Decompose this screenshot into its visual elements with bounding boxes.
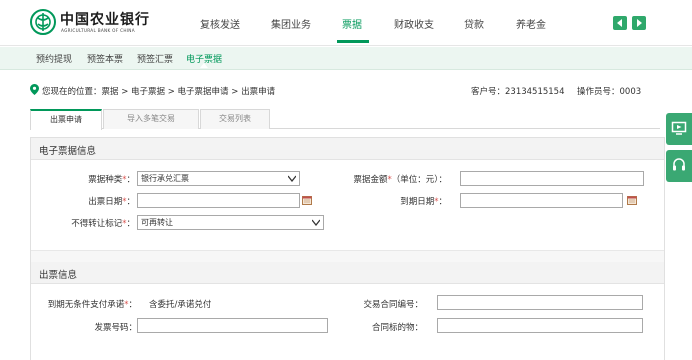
sub-nav: 预约提现 预签本票 预签汇票 电子票据: [0, 47, 692, 70]
nav-fiscal[interactable]: 财政收支: [394, 16, 434, 31]
nav-group-business[interactable]: 集团业务: [271, 16, 311, 31]
amount-input[interactable]: [460, 171, 644, 186]
chevron-left-icon: [617, 19, 622, 27]
nav-bills[interactable]: 票据: [342, 16, 362, 31]
issue-date-input[interactable]: [137, 193, 300, 208]
invoice-no-label: 发票号码：: [94, 323, 137, 333]
tab-bar: 出票申请 导入多笔交易 交易列表: [30, 109, 660, 130]
calendar-icon[interactable]: [627, 195, 637, 205]
no-transfer-label: 不得转让标记*：: [71, 219, 135, 229]
customer-service-button[interactable]: [666, 150, 692, 182]
subnav-presigned-note[interactable]: 预签本票: [87, 52, 123, 65]
tab-transaction-list[interactable]: 交易列表: [200, 109, 270, 129]
subnav-presigned-draft[interactable]: 预签汇票: [137, 52, 173, 65]
chevron-down-icon: [288, 175, 296, 182]
tab-import-multiple[interactable]: 导入多笔交易: [103, 109, 199, 129]
no-transfer-select[interactable]: 可再转让: [137, 215, 324, 230]
section-ebill-info-title: 电子票据信息: [39, 146, 97, 157]
bill-type-select[interactable]: 银行承兑汇票: [137, 171, 300, 186]
form-panel: 电子票据信息 票据种类*： 银行承兑汇票 票据金额*（单位：元）： 出票日期*：…: [30, 137, 665, 360]
breadcrumb: 您现在的位置：票据 > 电子票据 > 电子票据申请 > 出票申请: [42, 87, 276, 97]
subnav-reserve-withdraw[interactable]: 预约提现: [36, 52, 72, 65]
section-ebill-info-header: 电子票据信息: [31, 138, 664, 160]
bank-logo[interactable]: 中国农业银行 AGRICULTURAL BANK OF CHINA: [30, 8, 150, 38]
screen-share-button[interactable]: [666, 113, 692, 145]
nav-active-indicator: [337, 40, 369, 43]
headset-icon: [673, 158, 685, 171]
next-page-button[interactable]: [632, 16, 646, 30]
calendar-icon[interactable]: [302, 195, 312, 205]
bill-type-value: 银行承兑汇票: [141, 174, 189, 183]
operator-number: 操作员号：0003: [577, 87, 642, 97]
chevron-down-icon: [312, 219, 320, 226]
subnav-active-caret: [200, 63, 208, 68]
bill-type-label: 票据种类*：: [88, 175, 135, 185]
payment-promise-value: 含委托/承诺兑付: [149, 300, 212, 310]
contract-no-input[interactable]: [437, 295, 643, 310]
due-date-input[interactable]: [460, 193, 623, 208]
location-pin-icon: [30, 84, 39, 95]
nav-pension[interactable]: 养老金: [516, 16, 546, 31]
nav-loans[interactable]: 贷款: [464, 16, 484, 31]
due-date-label: 到期日期*：: [400, 197, 447, 207]
logo-english-name: AGRICULTURAL BANK OF CHINA: [61, 28, 135, 33]
amount-label: 票据金额*（单位：元）：: [353, 175, 447, 185]
tab-issue-application[interactable]: 出票申请: [30, 109, 102, 130]
customer-number: 客户号：23134515154: [471, 87, 565, 97]
section-issue-info-header: 出票信息: [31, 262, 664, 284]
top-header: 中国农业银行 AGRICULTURAL BANK OF CHINA 复核发送 集…: [0, 0, 692, 46]
no-transfer-value: 可再转让: [141, 218, 173, 227]
contract-no-label: 交易合同编号：: [363, 300, 423, 310]
logo-chinese-name: 中国农业银行: [60, 12, 150, 28]
nav-review-send[interactable]: 复核发送: [200, 16, 240, 31]
contract-target-label: 合同标的物：: [371, 323, 423, 333]
invoice-no-input[interactable]: [137, 318, 328, 333]
contract-target-input[interactable]: [437, 318, 643, 333]
prev-page-button[interactable]: [613, 16, 627, 30]
section-issue-info-title: 出票信息: [39, 270, 78, 281]
screen-icon: [671, 121, 687, 135]
issue-date-label: 出票日期*：: [88, 197, 135, 207]
section-divider: [31, 250, 664, 262]
payment-promise-label: 到期无条件支付承诺*：: [47, 300, 137, 310]
chevron-right-icon: [637, 19, 642, 27]
abc-logo-icon: [30, 9, 56, 35]
